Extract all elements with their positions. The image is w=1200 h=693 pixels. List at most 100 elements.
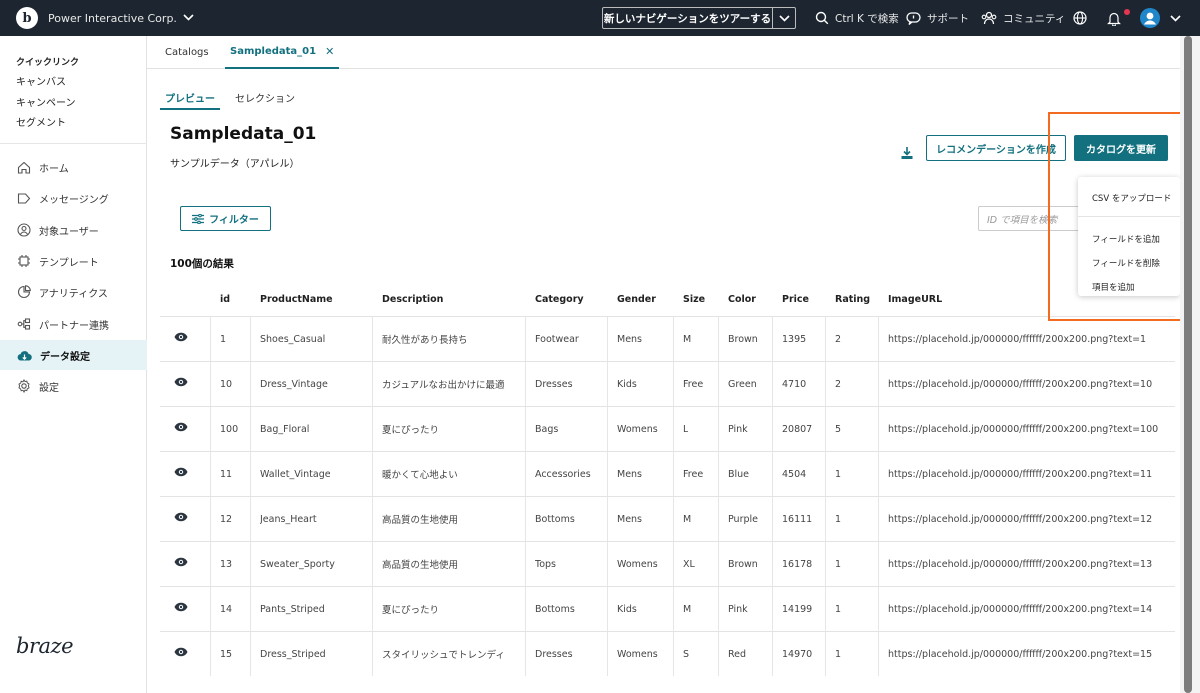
tour-button[interactable]: 新しいナビゲーションをツアーする xyxy=(602,7,796,29)
column-header-price[interactable]: Price xyxy=(782,283,809,316)
table-row[interactable]: 13 Sweater_Sporty 高品質の生地使用 Tops Womens XL Brow… xyxy=(160,541,1175,586)
tab-label: Catalogs xyxy=(165,47,209,58)
tab-catalogs[interactable]: Catalogs xyxy=(165,36,209,69)
column-header-category[interactable]: Category xyxy=(535,283,584,316)
sidebar-item-messaging[interactable]: メッセージング xyxy=(0,183,147,213)
global-search[interactable]: Ctrl K で検索 xyxy=(815,0,899,36)
eye-icon[interactable] xyxy=(174,332,188,345)
table-row[interactable]: 100 Bag_Floral 夏にぴったり Bags Womens L Pink 20807 5… xyxy=(160,406,1175,451)
scrollbar[interactable] xyxy=(1180,36,1200,693)
quicklink-campaign[interactable]: キャンペーン xyxy=(16,94,76,109)
quicklink-segment[interactable]: セグメント xyxy=(16,114,66,129)
table-cell-rating: 2 xyxy=(835,378,842,390)
menu-item-add-field[interactable]: フィールドを追加 xyxy=(1092,233,1160,245)
column-header-description[interactable]: Description xyxy=(382,283,443,316)
column-header-size[interactable]: Size xyxy=(683,283,705,316)
column-header-imageurl[interactable]: ImageURL xyxy=(888,283,942,316)
eye-icon[interactable] xyxy=(174,647,188,660)
table-cell-rating: 2 xyxy=(835,333,842,345)
sidebar-item-analytics[interactable]: アナリティクス xyxy=(0,277,147,307)
table-cell-category: Tops xyxy=(535,558,556,570)
table-cell-price: 16111 xyxy=(782,513,813,525)
cell-divider xyxy=(210,632,211,676)
column-header-id[interactable]: id xyxy=(220,283,230,316)
community-link[interactable]: コミュニティ xyxy=(981,0,1065,36)
filter-button[interactable]: フィルター xyxy=(180,206,271,231)
support-link[interactable]: サポート xyxy=(906,0,969,36)
sidebar-item-home[interactable]: ホーム xyxy=(0,152,147,182)
sidebar-item-settings[interactable]: 設定 xyxy=(0,371,147,401)
tour-button-label[interactable]: 新しいナビゲーションをツアーする xyxy=(603,8,773,28)
eye-icon[interactable] xyxy=(174,422,188,435)
sidebar-item-templates[interactable]: テンプレート xyxy=(0,246,147,276)
braze-wordmark: braze xyxy=(16,634,74,658)
cell-divider xyxy=(825,542,826,586)
menu-item-delete-field[interactable]: フィールドを削除 xyxy=(1092,257,1160,269)
table-cell-description: スタイリッシュでトレンディ xyxy=(382,650,505,661)
table-cell-imageurl: https://placehold.jp/000000/ffffff/200x2… xyxy=(888,423,1159,435)
update-catalog-button[interactable]: カタログを更新 xyxy=(1074,135,1168,161)
cell-divider xyxy=(250,497,251,541)
page-title: Sampledata_01 xyxy=(170,124,317,144)
cell-divider xyxy=(607,632,608,676)
cell-divider xyxy=(673,362,674,406)
table-header: id ProductName Description Category Gender Si… xyxy=(160,283,1175,316)
language-button[interactable] xyxy=(1073,0,1093,36)
sidebar-item-audience[interactable]: 対象ユーザー xyxy=(0,215,147,245)
sidebar-item-partners[interactable]: パートナー連携 xyxy=(0,309,147,339)
column-header-gender[interactable]: Gender xyxy=(617,283,656,316)
scrollbar-thumb[interactable] xyxy=(1184,36,1192,693)
notifications-button[interactable] xyxy=(1107,0,1130,36)
close-icon[interactable]: ✕ xyxy=(325,45,334,58)
table-cell-imageurl: https://placehold.jp/000000/ffffff/200x2… xyxy=(888,558,1153,570)
cell-divider xyxy=(607,542,608,586)
table-cell-price: 14970 xyxy=(782,648,813,660)
partner-icon xyxy=(17,318,31,330)
tab-preview[interactable]: プレビュー xyxy=(160,80,220,110)
column-header-productname[interactable]: ProductName xyxy=(260,283,333,316)
table-row[interactable]: 10 Dress_Vintage カジュアルなお出かけに最適 Dresses Kids F… xyxy=(160,361,1175,406)
table-row[interactable]: 14 Pants_Striped 夏にぴったり Bottoms Kids M Pink 141… xyxy=(160,586,1175,631)
cell-divider xyxy=(772,587,773,631)
chevron-down-icon[interactable] xyxy=(773,8,795,28)
create-recommendation-button[interactable]: レコメンデーションを作成 xyxy=(926,135,1066,161)
cell-divider xyxy=(607,497,608,541)
chevron-down-icon[interactable] xyxy=(183,13,194,24)
quicklink-canvas[interactable]: キャンバス xyxy=(16,73,66,88)
cell-divider xyxy=(772,497,773,541)
eye-icon[interactable] xyxy=(174,377,188,390)
table-cell-price: 20807 xyxy=(782,423,813,435)
menu-item-add-item[interactable]: 項目を追加 xyxy=(1092,281,1135,293)
user-menu[interactable] xyxy=(1140,0,1187,36)
column-header-rating[interactable]: Rating xyxy=(835,283,870,316)
eye-icon[interactable] xyxy=(174,602,188,615)
table-row[interactable]: 15 Dress_Striped スタイリッシュでトレンディ Dresses Women… xyxy=(160,631,1175,676)
eye-icon[interactable] xyxy=(174,557,188,570)
braze-logo-icon[interactable]: b xyxy=(16,7,38,29)
results-count: 100個の結果 xyxy=(170,258,234,270)
eye-icon[interactable] xyxy=(174,467,188,480)
table-row[interactable]: 1 Shoes_Casual 耐久性があり長持ち Footwear Mens M Brown… xyxy=(160,316,1175,361)
table-cell-id: 11 xyxy=(220,468,233,480)
org-name[interactable]: Power Interactive Corp. xyxy=(48,12,177,25)
menu-item-upload-csv[interactable]: CSV をアップロード xyxy=(1092,192,1171,204)
cell-divider xyxy=(250,407,251,451)
cell-divider xyxy=(825,497,826,541)
audience-icon xyxy=(17,223,31,237)
eye-icon[interactable] xyxy=(174,512,188,525)
item-search-input[interactable]: ID で項目を検索 xyxy=(978,206,1088,231)
table-row[interactable]: 11 Wallet_Vintage 暖かくて心地よい Accessories Mens F… xyxy=(160,451,1175,496)
download-icon[interactable] xyxy=(900,146,914,163)
cell-divider xyxy=(372,497,373,541)
sidebar-item-data-settings[interactable]: データ設定 xyxy=(0,340,147,370)
cell-divider xyxy=(878,317,879,361)
table-row[interactable]: 12 Jeans_Heart 高品質の生地使用 Bottoms Mens M Purple 1… xyxy=(160,496,1175,541)
tab-selection[interactable]: セレクション xyxy=(235,80,295,110)
table-cell-color: Purple xyxy=(728,513,759,525)
cell-divider xyxy=(250,632,251,676)
template-icon xyxy=(18,255,30,267)
tab-sampledata[interactable]: Sampledata_01 ✕ xyxy=(225,36,340,69)
cell-divider xyxy=(718,407,719,451)
column-header-color[interactable]: Color xyxy=(728,283,756,316)
table-cell-color: Brown xyxy=(728,333,758,345)
